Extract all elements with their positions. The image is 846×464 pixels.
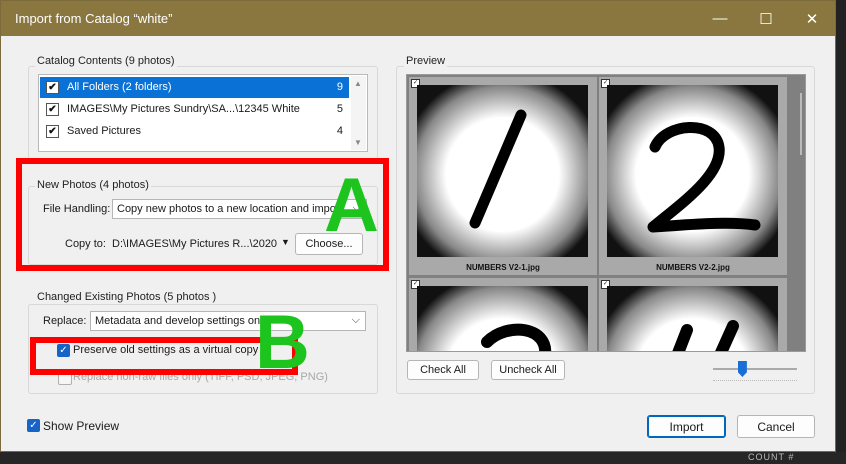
folder-label: Saved Pictures [67, 125, 141, 137]
preview-scrollbar[interactable] [800, 93, 802, 155]
minimize-button[interactable]: — [697, 5, 743, 32]
maximize-button[interactable]: ☐ [743, 5, 789, 32]
preview-thumbnail[interactable]: ✓ [409, 278, 597, 351]
folder-checkbox[interactable]: ✔ [46, 81, 59, 94]
minimize-icon: — [712, 10, 728, 27]
annotation-letter-a: A [324, 163, 379, 248]
preview-thumbnail[interactable]: ✓ [599, 278, 787, 351]
folder-list-scrollbar[interactable]: ▲ ▼ [351, 76, 366, 150]
import-button-label: Import [669, 419, 704, 434]
folder-label: IMAGES\My Pictures Sundry\SA...\12345 Wh… [67, 103, 300, 115]
annotation-letter-b: B [255, 300, 310, 385]
replace-select[interactable]: Metadata and develop settings only ⌵ [90, 311, 366, 331]
replace-value: Metadata and develop settings only [95, 315, 269, 327]
preview-thumbnail[interactable]: ✓ NUMBERS V2-1.jpg [409, 77, 597, 275]
uncheck-all-button[interactable]: Uncheck All [491, 360, 565, 380]
check-all-label: Check All [420, 364, 466, 376]
thumbnail-image-1 [417, 85, 588, 257]
cancel-button[interactable]: Cancel [737, 415, 815, 438]
preview-grid[interactable]: ✓ NUMBERS V2-1.jpg ✓ NUMBERS V2-2.jpg ✓ [406, 74, 806, 352]
folder-count: 4 [336, 125, 343, 137]
close-icon: ✕ [805, 10, 819, 28]
catalog-contents-label: Catalog Contents (9 photos) [35, 55, 177, 67]
chevron-down-icon: ⌵ [351, 314, 360, 326]
folder-row-saved-pictures[interactable]: ✔ Saved Pictures 4 [40, 121, 349, 142]
scroll-up-icon[interactable]: ▲ [354, 79, 362, 88]
thumbnail-size-slider[interactable] [713, 368, 797, 370]
thumbnail-image-2 [607, 85, 778, 257]
folder-checkbox[interactable]: ✔ [46, 125, 59, 138]
folder-row-12345-white[interactable]: ✔ IMAGES\My Pictures Sundry\SA...\12345 … [40, 99, 349, 120]
uncheck-all-label: Uncheck All [499, 364, 557, 376]
background-app-bottom [0, 452, 846, 464]
replace-label: Replace: [43, 315, 87, 327]
cancel-button-label: Cancel [757, 419, 795, 434]
thumbnail-caption: NUMBERS V2-2.jpg [656, 263, 730, 272]
preview-label: Preview [404, 55, 448, 67]
title-bar[interactable]: Import from Catalog “white” — ☐ ✕ [1, 1, 835, 36]
folder-count: 9 [336, 81, 343, 93]
show-preview-label: Show Preview [43, 419, 120, 433]
show-preview-checkbox[interactable]: ✓ [27, 419, 40, 432]
thumbnail-image-3 [417, 286, 588, 351]
folder-checkbox[interactable]: ✔ [46, 103, 59, 116]
close-button[interactable]: ✕ [789, 5, 835, 32]
check-all-button[interactable]: Check All [407, 360, 479, 380]
folder-count: 5 [336, 103, 343, 115]
import-button[interactable]: Import [647, 415, 726, 438]
changed-photos-label: Changed Existing Photos (5 photos ) [35, 291, 219, 303]
maximize-icon: ☐ [759, 10, 773, 28]
window-title: Import from Catalog “white” [15, 11, 173, 26]
background-count-label: COUNT # [748, 452, 795, 462]
folder-row-all[interactable]: ✔ All Folders (2 folders) 9 [40, 77, 349, 98]
folder-label: All Folders (2 folders) [67, 81, 172, 93]
preview-thumbnail[interactable]: ✓ NUMBERS V2-2.jpg [599, 77, 787, 275]
background-app [836, 0, 846, 464]
thumbnail-caption: NUMBERS V2-1.jpg [466, 263, 540, 272]
thumbnail-image-4 [607, 286, 778, 351]
scroll-down-icon[interactable]: ▼ [354, 138, 362, 147]
slider-ticks [713, 380, 797, 383]
catalog-folder-list[interactable]: ✔ All Folders (2 folders) 9 ✔ IMAGES\My … [38, 74, 368, 152]
